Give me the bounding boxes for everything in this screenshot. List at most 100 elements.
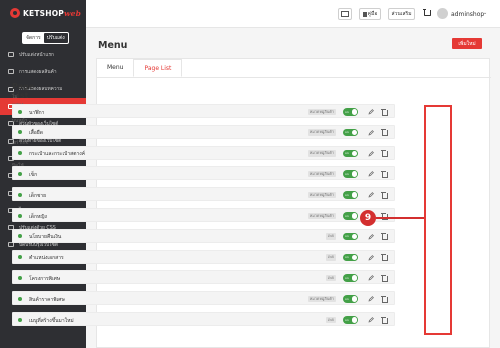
item-label: เสื้อยืด	[29, 130, 43, 137]
type-badge: หมวดหมู่สินค้า	[307, 212, 336, 219]
addons-button[interactable]: ส่วนเสริม	[388, 8, 415, 20]
item-label: เด็กชาย	[29, 192, 47, 199]
brand-suffix: web	[64, 8, 82, 18]
mode-customize[interactable]: ปรับแต่ง	[43, 33, 68, 43]
edit-icon[interactable]	[368, 150, 374, 157]
visibility-toggle[interactable]: on	[343, 232, 358, 241]
status-dot	[18, 171, 22, 176]
visibility-toggle[interactable]: on	[343, 170, 358, 178]
status-dot	[18, 213, 22, 218]
toggle-label: on	[345, 255, 349, 260]
toggle-label: on	[345, 192, 349, 197]
item-label: ตำแหน่งเอกสาร	[29, 255, 64, 262]
username[interactable]: adminshop	[451, 11, 484, 18]
edit-icon[interactable]	[368, 108, 374, 115]
visibility-toggle[interactable]: on	[343, 191, 358, 199]
status-dot	[18, 151, 22, 156]
list-item[interactable]: เสื้อยืด หมวดหมู่สินค้า on	[12, 124, 395, 139]
visibility-toggle[interactable]: on	[343, 212, 358, 220]
toggle-label: on	[345, 275, 349, 280]
list-item[interactable]: เข็ก หมวดหมู่สินค้า on	[12, 166, 395, 181]
tab-menu[interactable]: Menu	[97, 59, 133, 77]
manual-label: คู่มือ	[367, 11, 378, 17]
status-dot	[18, 317, 22, 322]
trash-icon[interactable]	[381, 254, 388, 262]
tab-bar: Menu Page List	[97, 59, 183, 77]
type-badge: หมวดหมู่สินค้า	[307, 129, 336, 136]
mode-manage[interactable]: จัดการ	[23, 33, 44, 43]
trash-icon[interactable]	[381, 170, 388, 178]
status-dot	[18, 234, 22, 239]
type-badge: หมวดหมู่สินค้า	[307, 170, 336, 178]
book-icon	[362, 11, 367, 17]
edit-icon[interactable]	[368, 191, 374, 198]
list-item[interactable]: สินค้าราคาพิเศษ หมวดหมู่สินค้า on	[12, 291, 395, 306]
tab-divider	[97, 77, 491, 78]
visibility-toggle[interactable]: on	[343, 316, 358, 324]
manual-button[interactable]: คู่มือ	[359, 8, 381, 20]
toggle-label: on	[345, 171, 349, 176]
status-dot	[18, 296, 22, 301]
visibility-toggle[interactable]: on	[343, 295, 358, 303]
step-pointer-line	[376, 217, 424, 219]
add-new-button[interactable]: เพิ่มใหม่	[452, 38, 482, 49]
visibility-toggle[interactable]: on	[343, 253, 358, 262]
trash-icon[interactable]	[381, 295, 388, 303]
list-item[interactable]: นโยบายคืนเงิน เพจ on	[12, 228, 395, 243]
step-marker: 9	[360, 210, 376, 226]
edit-icon[interactable]	[368, 316, 374, 323]
mail-button[interactable]	[338, 8, 352, 20]
brand-logo[interactable]: KETSHOPweb	[10, 8, 81, 18]
edit-icon[interactable]	[368, 129, 374, 136]
item-label: สินค้าราคาพิเศษ	[29, 296, 65, 303]
sidebar-item-products[interactable]: การแสดงผลสินค้า	[0, 63, 86, 80]
list-item[interactable]: นาฬิกา หมวดหมู่สินค้า on	[12, 104, 395, 118]
sidebar-item-homepage[interactable]: ปรับแต่งหน้าแรก	[0, 46, 86, 63]
visibility-toggle[interactable]: on	[343, 108, 358, 116]
chevron-down-icon[interactable]: ⌄	[483, 10, 487, 16]
trash-icon[interactable]	[381, 108, 388, 116]
logo-icon	[10, 8, 20, 18]
type-badge: เพจ	[325, 274, 336, 282]
trash-icon[interactable]	[381, 316, 388, 324]
item-label: กระเป๋าและกระเป๋าสตางค์	[29, 151, 86, 158]
maintenance-icon	[8, 242, 14, 248]
trash-icon[interactable]	[381, 150, 388, 158]
trash-icon[interactable]	[381, 191, 388, 199]
status-dot	[18, 255, 22, 260]
tab-page-list[interactable]: Page List	[133, 59, 183, 77]
edit-icon[interactable]	[368, 170, 374, 177]
list-item[interactable]: เมนูที่สร้างขึ้นมาใหม่ เพจ on	[12, 312, 395, 326]
trash-icon[interactable]	[381, 129, 388, 137]
toggle-label: on	[345, 317, 349, 322]
list-item[interactable]: เด็กชาย หมวดหมู่สินค้า on	[12, 187, 395, 202]
type-badge: เพจ	[325, 316, 336, 323]
list-item[interactable]: ตำแหน่งเอกสาร เพจ on	[12, 249, 395, 264]
type-badge: เพจ	[325, 233, 336, 240]
toggle-label: on	[345, 234, 349, 239]
visibility-toggle[interactable]: on	[343, 274, 358, 282]
type-badge: หมวดหมู่สินค้า	[307, 108, 336, 115]
type-badge: หมวดหมู่สินค้า	[307, 295, 336, 303]
edit-icon[interactable]	[368, 233, 374, 240]
item-label: โครงการพิเศษ	[29, 275, 61, 282]
visibility-toggle[interactable]: on	[343, 128, 358, 137]
status-dot	[18, 275, 22, 280]
cart-icon[interactable]	[423, 8, 431, 16]
toggle-label: on	[345, 151, 349, 156]
sidebar-item-label: ปรับแต่งหน้าแรก	[19, 52, 54, 58]
trash-icon[interactable]	[381, 233, 388, 241]
edit-icon[interactable]	[368, 274, 374, 281]
list-item[interactable]: โครงการพิเศษ เพจ on	[12, 270, 395, 285]
edit-icon[interactable]	[368, 295, 374, 302]
visibility-toggle[interactable]: on	[343, 149, 358, 158]
mode-toggle: จัดการ ปรับแต่ง	[22, 32, 69, 44]
list-item[interactable]: กระเป๋าและกระเป๋าสตางค์ หมวดหมู่สินค้า on	[12, 145, 395, 160]
avatar[interactable]	[437, 8, 448, 19]
item-label: นโยบายคืนเงิน	[29, 234, 62, 241]
item-label: เด็กหญิง	[29, 213, 47, 220]
edit-icon[interactable]	[368, 254, 374, 261]
toggle-label: on	[345, 130, 349, 135]
list-item[interactable]: เด็กหญิง หมวดหมู่สินค้า on	[12, 208, 395, 222]
trash-icon[interactable]	[381, 274, 388, 282]
